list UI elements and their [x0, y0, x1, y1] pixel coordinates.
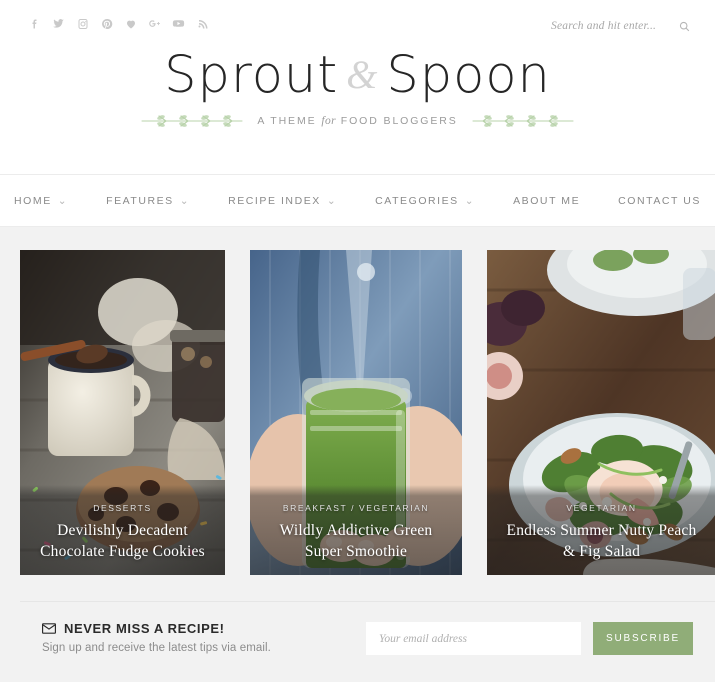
nav-item-recipe-index[interactable]: Recipe Index ⌄ [209, 195, 356, 207]
card-title[interactable]: Wildly Addictive Green Super Smoothie [262, 520, 450, 562]
nav-label-recipe-index: Recipe Index [228, 194, 321, 207]
nav-label-about-me: About Me [513, 194, 581, 207]
search-input[interactable] [551, 20, 661, 32]
main-navigation: Home ⌄ Features ⌄ Recipe Index ⌄ Categor… [0, 174, 715, 227]
search-box[interactable] [551, 17, 691, 35]
facebook-icon[interactable] [28, 17, 41, 30]
tagline-post: Food Bloggers [335, 115, 458, 127]
rss-icon[interactable] [196, 17, 209, 30]
youtube-icon[interactable] [172, 17, 185, 30]
newsletter-bar: Never Miss a Recipe! Sign up and receive… [20, 601, 715, 673]
nav-item-categories[interactable]: Categories ⌄ [356, 195, 494, 207]
site-tagline-row: A Theme for Food Bloggers [0, 110, 715, 132]
social-links [28, 17, 209, 30]
nav-label-categories: Categories [375, 194, 459, 207]
featured-card[interactable]: Desserts Devilishly Decadent Chocolate F… [20, 250, 225, 575]
vine-left-icon [140, 113, 248, 129]
page-root: Sprout&Spoon [0, 0, 715, 682]
card-caption: Desserts Devilishly Decadent Chocolate F… [20, 503, 225, 562]
newsletter-form: Subscribe [366, 622, 693, 655]
card-title[interactable]: Devilishly Decadent Chocolate Fudge Cook… [32, 520, 213, 562]
tagline-pre: A Theme [257, 115, 322, 127]
envelope-icon [42, 623, 56, 634]
search-icon[interactable] [678, 20, 691, 33]
newsletter-text: Never Miss a Recipe! Sign up and receive… [42, 621, 271, 654]
nav-item-home[interactable]: Home ⌄ [0, 195, 87, 207]
card-category[interactable]: Desserts [32, 503, 213, 513]
chevron-down-icon: ⌄ [326, 194, 338, 207]
pinterest-icon[interactable] [100, 17, 113, 30]
card-title[interactable]: Endless Summer Nutty Peach & Fig Salad [499, 520, 704, 562]
card-category[interactable]: Breakfast / Vegetarian [262, 503, 450, 513]
email-input[interactable] [366, 622, 581, 655]
logo-word-one: Sprout [164, 46, 339, 105]
site-tagline: A Theme for Food Bloggers [257, 115, 457, 127]
card-caption: Vegetarian Endless Summer Nutty Peach & … [487, 503, 715, 562]
twitter-icon[interactable] [52, 17, 65, 30]
instagram-icon[interactable] [76, 17, 89, 30]
nav-label-features: Features [106, 194, 174, 207]
nav-item-contact-us[interactable]: Contact Us [599, 195, 715, 207]
newsletter-heading-row: Never Miss a Recipe! [42, 621, 271, 636]
tagline-emphasis: for [321, 115, 336, 127]
chevron-down-icon: ⌄ [464, 194, 476, 207]
nav-item-about-me[interactable]: About Me [494, 195, 599, 207]
card-caption: Breakfast / Vegetarian Wildly Addictive … [250, 503, 462, 562]
featured-card[interactable]: Breakfast / Vegetarian Wildly Addictive … [250, 250, 462, 575]
subscribe-button[interactable]: Subscribe [593, 622, 693, 655]
logo-ampersand: & [346, 52, 379, 97]
nav-item-features[interactable]: Features ⌄ [87, 195, 209, 207]
vine-right-icon [467, 113, 575, 129]
featured-card[interactable]: Vegetarian Endless Summer Nutty Peach & … [487, 250, 715, 575]
chevron-down-icon: ⌄ [179, 194, 191, 207]
logo-word-two: Spoon [386, 46, 551, 105]
site-header: Sprout&Spoon [0, 0, 715, 174]
googleplus-icon[interactable] [148, 17, 161, 30]
featured-posts: Desserts Devilishly Decadent Chocolate F… [20, 250, 715, 575]
card-category[interactable]: Vegetarian [499, 503, 704, 513]
chevron-down-icon: ⌄ [57, 194, 69, 207]
newsletter-subtext: Sign up and receive the latest tips via … [42, 642, 271, 654]
nav-label-home: Home [14, 194, 52, 207]
nav-label-contact-us: Contact Us [618, 194, 701, 207]
site-logo[interactable]: Sprout & Spoon [0, 44, 715, 107]
bloglovin-icon[interactable] [124, 17, 137, 30]
newsletter-heading: Never Miss a Recipe! [64, 621, 225, 636]
top-bar [0, 0, 715, 46]
